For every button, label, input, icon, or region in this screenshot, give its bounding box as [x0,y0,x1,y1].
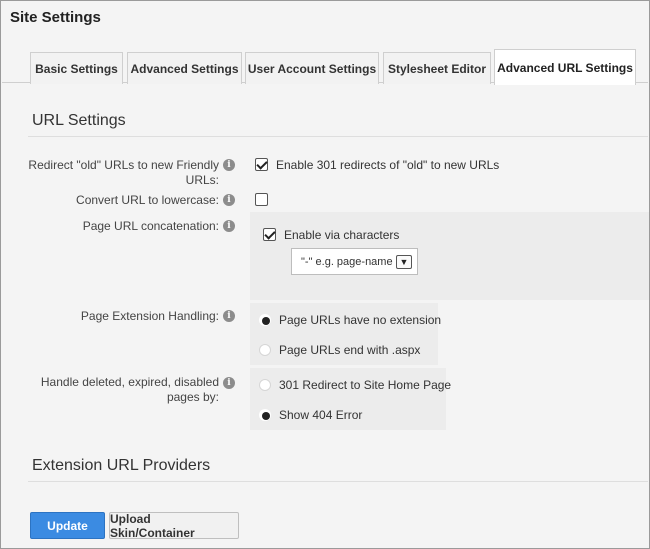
deleted-pages-label: Handle deleted, expired, disabled pages … [21,375,219,405]
deleted-pages-label-line2: pages by: [166,390,219,404]
info-icon[interactable]: i [223,159,235,171]
extension-radio-none[interactable] [259,314,271,326]
page-title: Site Settings [10,9,101,26]
redirect-label: Redirect "old" URLs to new Friendly URLs… [21,158,219,188]
deleted-option-redirect-home-label[interactable]: 301 Redirect to Site Home Page [279,378,451,392]
concatenation-checkbox[interactable] [263,228,276,241]
info-icon[interactable]: i [223,194,235,206]
redirect-checkbox[interactable] [255,158,268,171]
info-icon[interactable]: i [223,377,235,389]
extension-providers-divider [28,481,648,482]
deleted-pages-label-line1: Handle deleted, expired, disabled [40,375,219,389]
lowercase-label: Convert URL to lowercase: [76,193,219,207]
redirect-checkbox-label[interactable]: Enable 301 redirects of "old" to new URL… [276,158,499,172]
tab-basic-settings[interactable]: Basic Settings [30,52,123,84]
lowercase-checkbox[interactable] [255,193,268,206]
url-settings-heading: URL Settings [32,112,126,129]
tab-advanced-url-settings[interactable]: Advanced URL Settings [494,49,636,85]
concatenation-label: Page URL concatenation: [82,219,219,233]
tab-bar: Basic Settings Advanced Settings User Ac… [2,49,648,85]
deleted-option-404-label[interactable]: Show 404 Error [279,408,362,422]
chevron-down-icon[interactable]: ▼ [396,255,412,269]
tab-advanced-settings[interactable]: Advanced Settings [127,52,242,84]
upload-skin-container-button[interactable]: Upload Skin/Container [109,512,239,540]
url-settings-divider [28,136,648,137]
deleted-radio-redirect-home[interactable] [259,379,271,391]
tab-stylesheet-editor[interactable]: Stylesheet Editor [383,52,491,84]
tab-user-account-settings[interactable]: User Account Settings [245,52,379,84]
site-settings-window: Site Settings Basic Settings Advanced Se… [0,0,650,549]
redirect-label-line2: URLs: [185,173,219,187]
info-icon[interactable]: i [223,310,235,322]
concatenation-character-select[interactable]: "-" e.g. page-name ▼ [291,248,418,275]
extension-label: Page Extension Handling: [80,309,219,323]
info-icon[interactable]: i [223,220,235,232]
extension-radio-aspx[interactable] [259,344,271,356]
deleted-radio-404[interactable] [259,409,271,421]
redirect-label-line1: Redirect "old" URLs to new Friendly [28,158,219,172]
update-button[interactable]: Update [30,512,105,539]
extension-providers-heading[interactable]: Extension URL Providers [32,457,210,475]
extension-option-none-label[interactable]: Page URLs have no extension [279,313,441,327]
concatenation-select-value: "-" e.g. page-name [301,255,393,268]
extension-option-aspx-label[interactable]: Page URLs end with .aspx [279,343,420,357]
concatenation-checkbox-label[interactable]: Enable via characters [284,228,399,242]
